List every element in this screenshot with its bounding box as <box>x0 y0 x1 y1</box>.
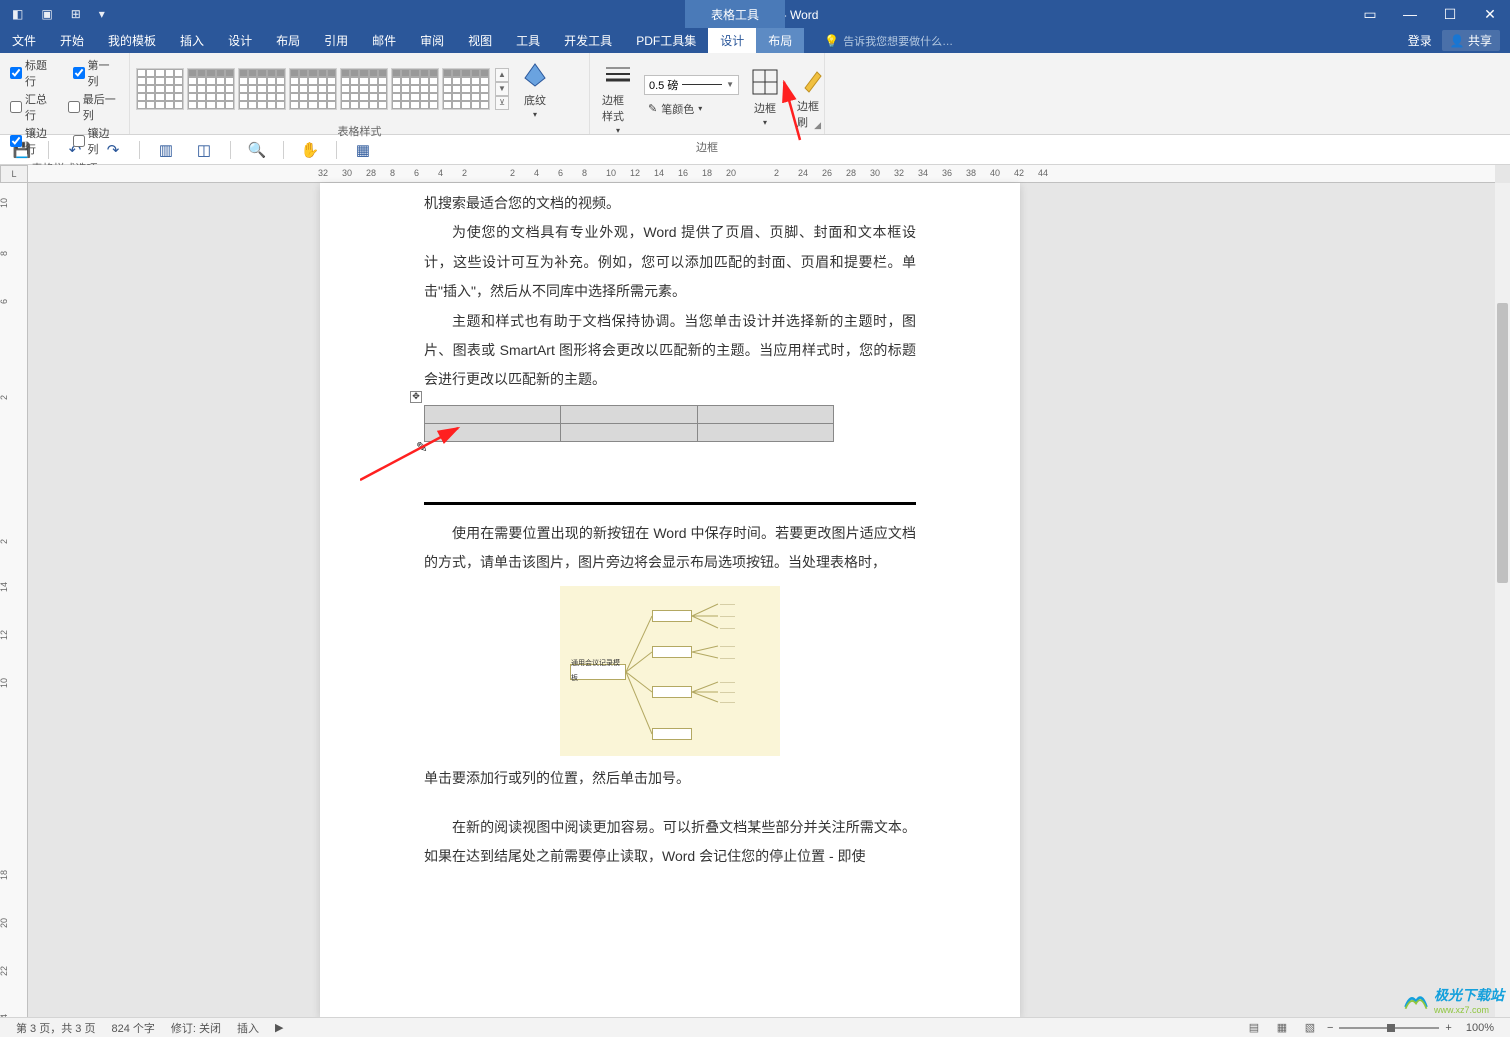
word-count[interactable]: 824 个字 <box>103 1020 162 1036</box>
option-icon[interactable]: ⊞ <box>71 7 81 21</box>
ruler-corner[interactable]: L <box>0 165 28 183</box>
dd-icon[interactable]: ▾ <box>99 7 105 21</box>
tab-layout[interactable]: 布局 <box>264 28 312 53</box>
openfile-icon[interactable]: ▣ <box>41 7 52 21</box>
borders-icon <box>749 66 781 98</box>
shading-button[interactable]: 底纹▾ <box>513 56 557 121</box>
table-move-handle[interactable]: ✥ <box>410 391 422 403</box>
pen-color-button[interactable]: ✎ 笔颜色 ▾ <box>644 99 739 119</box>
tab-table-layout[interactable]: 布局 <box>756 28 804 53</box>
border-style-icon <box>602 58 634 90</box>
table-style-2[interactable] <box>187 68 235 110</box>
vertical-scrollbar[interactable] <box>1495 183 1510 1017</box>
tab-design[interactable]: 设计 <box>216 28 264 53</box>
para-2: 为使您的文档具有专业外观，Word 提供了页眉、页脚、封面和文本框设计，这些设计… <box>424 218 916 306</box>
document-table[interactable]: ✥ ✎ <box>424 405 916 442</box>
tab-insert[interactable]: 插入 <box>168 28 216 53</box>
opt-header-row[interactable]: 标题行 <box>6 56 61 90</box>
tab-review[interactable]: 审阅 <box>408 28 456 53</box>
maximize-button[interactable]: ☐ <box>1430 0 1470 28</box>
border-painter-icon <box>797 64 829 96</box>
para-1: 机搜索最适合您的文档的视频。 <box>424 189 916 218</box>
vertical-ruler[interactable]: 10862214121018202224 <box>0 183 28 1017</box>
tab-developer[interactable]: 开发工具 <box>552 28 624 53</box>
document-page[interactable]: 机搜索最适合您的文档的视频。 为使您的文档具有专业外观，Word 提供了页眉、页… <box>320 183 1020 1017</box>
newfile-icon[interactable]: ◧ <box>12 7 23 21</box>
zoom-out[interactable]: − <box>1327 1022 1333 1034</box>
tab-templates[interactable]: 我的模板 <box>96 28 168 53</box>
chevron-down-icon: ▼ <box>726 80 734 89</box>
close-button[interactable]: ✕ <box>1470 0 1510 28</box>
opt-last-col[interactable]: 最后一列 <box>64 90 123 124</box>
watermark: 极光下载站 www.xz7.com <box>1402 985 1504 1015</box>
table-style-6[interactable] <box>391 68 439 110</box>
para-3: 主题和样式也有助于文档保持协调。当您单击设计并选择新的主题时，图片、图表或 Sm… <box>424 307 916 395</box>
qat-btn-2[interactable]: ◫ <box>192 138 216 162</box>
table-tools-label: 表格工具 <box>685 0 785 28</box>
view-web-icon[interactable]: ▧ <box>1299 1020 1321 1036</box>
aurora-icon <box>1402 986 1430 1014</box>
ribbon-options-icon[interactable]: ▭ <box>1350 0 1390 28</box>
para-5: 单击要添加行或列的位置，然后单击加号。 <box>424 764 916 793</box>
opt-banded-row[interactable]: 镶边行 <box>6 124 61 158</box>
minimize-button[interactable]: — <box>1390 0 1430 28</box>
border-style-button[interactable]: 边框样式▾ <box>596 56 640 137</box>
tab-pdf[interactable]: PDF工具集 <box>624 28 708 53</box>
styles-scroll-up[interactable]: ▲ <box>495 68 509 82</box>
table-style-4[interactable] <box>289 68 337 110</box>
border-group-label: 边框 <box>596 137 818 157</box>
tab-home[interactable]: 开始 <box>48 28 96 53</box>
tab-table-design[interactable]: 设计 <box>708 28 756 53</box>
zoom-level[interactable]: 100% <box>1458 1022 1502 1034</box>
border-painter-button[interactable]: 边框刷 <box>791 62 835 132</box>
opt-first-col[interactable]: 第一列 <box>69 56 124 90</box>
ribbon-table-design: 标题行 第一列 汇总行 最后一列 镶边行 镶边列 表格样式选项 <box>0 53 1510 135</box>
view-read-icon[interactable]: ▤ <box>1243 1020 1265 1036</box>
table-style-3[interactable] <box>238 68 286 110</box>
tab-tools[interactable]: 工具 <box>504 28 552 53</box>
login-link[interactable]: 登录 <box>1408 32 1432 49</box>
table-style-5[interactable] <box>340 68 388 110</box>
pen-cursor-icon: ✎ <box>416 433 428 462</box>
para-6: 在新的阅读视图中阅读更加容易。可以折叠文档某些部分并关注所需文本。如果在达到结尾… <box>424 813 916 872</box>
zoom-in[interactable]: + <box>1445 1022 1451 1034</box>
insert-mode[interactable]: 插入 <box>229 1020 267 1036</box>
qat-btn-4[interactable]: ✋ <box>298 138 322 162</box>
styles-scroll-down[interactable]: ▼ <box>495 82 509 96</box>
table-style-7[interactable] <box>442 68 490 110</box>
qat-btn-5[interactable]: ▦ <box>351 138 375 162</box>
horizontal-ruler[interactable]: 3230288642246810121416182022426283032343… <box>28 165 1495 183</box>
tab-file[interactable]: 文件 <box>0 28 48 53</box>
bulb-icon: 💡 <box>824 34 839 48</box>
opt-total-row[interactable]: 汇总行 <box>6 90 56 124</box>
tab-references[interactable]: 引用 <box>312 28 360 53</box>
revision-status[interactable]: 修订: 关闭 <box>163 1020 229 1036</box>
opt-banded-col[interactable]: 镶边列 <box>69 124 124 158</box>
page-count[interactable]: 第 3 页，共 3 页 <box>8 1020 103 1036</box>
para-4: 使用在需要位置出现的新按钮在 Word 中保存时间。若要更改图片适应文档的方式，… <box>424 519 916 578</box>
border-dialog-launcher[interactable]: ◢ <box>814 120 821 131</box>
view-print-icon[interactable]: ▦ <box>1271 1020 1293 1036</box>
pen-weight-dropdown[interactable]: 0.5 磅 ▼ <box>644 75 739 95</box>
main-tabs: 文件 开始 我的模板 插入 设计 布局 引用 邮件 审阅 视图 工具 开发工具 … <box>0 28 1510 53</box>
styles-expand[interactable]: ⊻ <box>495 96 509 110</box>
bucket-icon <box>519 58 551 90</box>
pen-icon: ✎ <box>648 102 657 115</box>
borders-button[interactable]: 边框▾ <box>743 64 787 129</box>
macro-icon[interactable]: ▶ <box>267 1021 291 1034</box>
thick-line <box>424 502 916 505</box>
mindmap-image: 通用会议记录模板 ————————— —————— ————————— <box>560 586 780 756</box>
tab-view[interactable]: 视图 <box>456 28 504 53</box>
status-bar: 第 3 页，共 3 页 824 个字 修订: 关闭 插入 ▶ ▤ ▦ ▧ − +… <box>0 1017 1510 1037</box>
qat-btn-1[interactable]: ▥ <box>154 138 178 162</box>
tellme-search[interactable]: 💡 告诉我您想要做什么… <box>804 33 953 49</box>
qat-btn-3[interactable]: 🔍 <box>245 138 269 162</box>
table-styles-label: 表格样式 <box>136 121 583 141</box>
share-button[interactable]: 👤 共享 <box>1442 30 1500 51</box>
table-body[interactable] <box>424 405 834 442</box>
mindmap-root: 通用会议记录模板 <box>570 664 626 680</box>
zoom-slider[interactable] <box>1339 1027 1439 1029</box>
table-style-1[interactable] <box>136 68 184 110</box>
tab-mailings[interactable]: 邮件 <box>360 28 408 53</box>
